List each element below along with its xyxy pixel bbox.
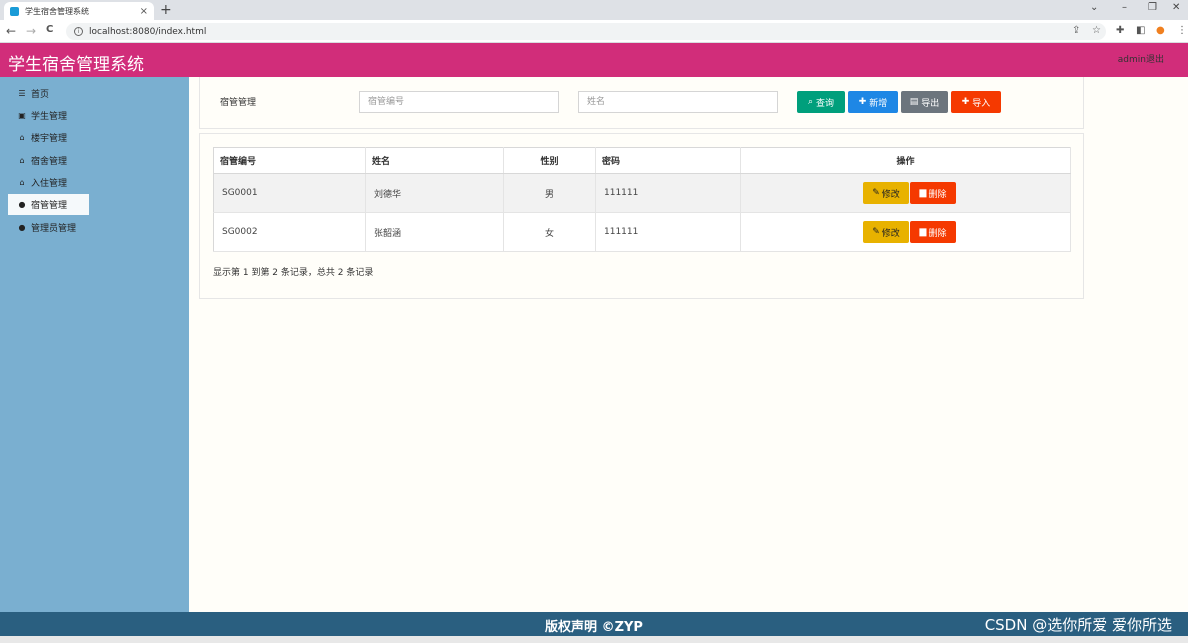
table-header-row: 宿管编号 姓名 性别 密码 操作 [213, 147, 1071, 174]
cell-password: 111111 [595, 173, 741, 213]
sidebar-item-label: 首页 [31, 90, 50, 100]
sidebar-item-label: 楼宇管理 [31, 134, 68, 144]
sidebar: ☰ 首页 ▣ 学生管理 ⌂ 楼宇管理 ⌂ 宿舍管理 ⌂ 入住管理 ● 宿管管理 … [0, 77, 189, 613]
home-icon: ⌂ [19, 178, 25, 187]
app-title: 学生宿舍管理系统 [8, 55, 144, 75]
search-panel: 宿管管理 ⌕ 查询 ✚ 新增 ▤ 导出 ✚ 导入 [199, 77, 1084, 129]
sidebar-item-students[interactable]: ▣ 学生管理 [8, 105, 89, 126]
cell-code: SG0002 [213, 212, 366, 252]
reload-icon[interactable]: C [46, 24, 53, 35]
cell-name: 张韶涵 [365, 212, 504, 252]
column-header-password[interactable]: 密码 [595, 147, 741, 174]
window-close-icon[interactable]: ✕ [1172, 2, 1180, 13]
pencil-icon: ✎ [872, 188, 880, 198]
profile-icon[interactable]: ● [1156, 25, 1165, 36]
menu-dots-icon[interactable]: ⋮ [1177, 25, 1187, 36]
sidepanel-icon[interactable]: ◧ [1136, 25, 1145, 36]
home-icon: ⌂ [19, 156, 25, 165]
app-header: 学生宿舍管理系统 admin退出 [0, 43, 1188, 77]
sidebar-item-dorm-managers[interactable]: ● 宿管管理 [8, 194, 89, 215]
back-icon[interactable]: ← [6, 24, 16, 38]
sidebar-item-label: 宿舍管理 [31, 157, 68, 167]
code-search-input[interactable] [359, 91, 559, 113]
restore-icon[interactable]: ❐ [1148, 2, 1157, 13]
sidebar-item-admins[interactable]: ● 管理员管理 [8, 217, 108, 238]
star-icon[interactable]: ☆ [1092, 25, 1101, 36]
book-icon: ▣ [18, 111, 26, 120]
table-row: SG0002 张韶涵 女 111111 ✎ 修改 ▆ 删除 [213, 212, 1071, 252]
search-icon: ⌕ [807, 97, 814, 107]
edit-button[interactable]: ✎ 修改 [863, 182, 909, 204]
address-bar: ← → C i localhost:8080/index.html ⇪ ☆ ✚ … [0, 20, 1188, 43]
edit-button[interactable]: ✎ 修改 [863, 221, 909, 243]
delete-button[interactable]: ▆ 删除 [910, 221, 956, 243]
column-header-code[interactable]: 宿管编号 [213, 147, 366, 174]
cell-actions: ✎ 修改 ▆ 删除 [740, 173, 1071, 213]
forward-icon[interactable]: → [26, 24, 36, 38]
sidebar-item-dorms[interactable]: ⌂ 宿舍管理 [8, 150, 89, 171]
sidebar-item-home[interactable]: ☰ 首页 [8, 83, 89, 104]
dorm-manager-table: 宿管编号 姓名 性别 密码 操作 SG0001 刘德华 男 111111 ✎ 修… [213, 147, 1071, 252]
tab-title: 学生宿舍管理系统 [25, 6, 89, 16]
footer: 版权声明 ©ZYP CSDN @选你所爱 爱你所选 [0, 612, 1188, 636]
sidebar-item-checkin[interactable]: ⌂ 入住管理 [8, 172, 89, 193]
import-button[interactable]: ✚ 导入 [951, 91, 1001, 113]
sidebar-item-buildings[interactable]: ⌂ 楼宇管理 [8, 127, 89, 148]
column-header-gender[interactable]: 性别 [503, 147, 596, 174]
sidebar-item-label: 学生管理 [31, 112, 68, 122]
trash-icon: ▆ [919, 227, 927, 237]
horizontal-scrollbar[interactable] [0, 636, 1188, 643]
main-content: 宿管管理 ⌕ 查询 ✚ 新增 ▤ 导出 ✚ 导入 宿管编号 姓名 性别 [189, 77, 1188, 613]
extensions-icon[interactable]: ✚ [1116, 25, 1124, 36]
user-plus-icon: ✚ [961, 97, 970, 107]
column-header-actions: 操作 [740, 147, 1071, 174]
menu-icon: ☰ [18, 89, 26, 98]
new-tab-button[interactable]: + [160, 2, 172, 18]
table-row: SG0001 刘德华 男 111111 ✎ 修改 ▆ 删除 [213, 173, 1071, 213]
pencil-icon: ✎ [872, 227, 880, 237]
share-icon[interactable]: ⇪ [1072, 25, 1080, 36]
cell-password: 111111 [595, 212, 741, 252]
url-field[interactable]: i localhost:8080/index.html [66, 23, 1106, 40]
cell-name: 刘德华 [365, 173, 504, 213]
user-icon: ● [18, 223, 26, 232]
query-button[interactable]: ⌕ 查询 [797, 91, 845, 113]
search-section-label: 宿管管理 [220, 98, 257, 108]
cell-gender: 女 [503, 212, 596, 252]
chevron-down-icon[interactable]: ⌄ [1090, 2, 1098, 13]
column-header-name[interactable]: 姓名 [365, 147, 504, 174]
file-icon: ▤ [909, 97, 919, 107]
info-icon[interactable]: i [74, 27, 83, 36]
user-plus-icon: ✚ [858, 97, 867, 107]
close-icon[interactable]: × [140, 6, 148, 17]
sidebar-item-label: 宿管管理 [31, 201, 68, 211]
pagination-info: 显示第 1 到第 2 条记录，总共 2 条记录 [213, 268, 374, 278]
bank-icon: ⌂ [19, 133, 25, 142]
browser-tab[interactable]: 学生宿舍管理系统 × [4, 2, 154, 20]
trash-icon: ▆ [919, 188, 927, 198]
url-text: localhost:8080/index.html [89, 26, 207, 37]
watermark: CSDN @选你所爱 爱你所选 [984, 616, 1172, 634]
table-panel: 宿管编号 姓名 性别 密码 操作 SG0001 刘德华 男 111111 ✎ 修… [199, 133, 1084, 299]
minimize-icon[interactable]: – [1122, 2, 1127, 13]
cell-code: SG0001 [213, 173, 366, 213]
user-icon: ● [18, 200, 26, 209]
sidebar-item-label: 管理员管理 [31, 224, 77, 234]
cell-actions: ✎ 修改 ▆ 删除 [740, 212, 1071, 252]
add-button[interactable]: ✚ 新增 [848, 91, 898, 113]
browser-tab-bar: 学生宿舍管理系统 × + ⌄ – ❐ ✕ [0, 0, 1188, 20]
delete-button[interactable]: ▆ 删除 [910, 182, 956, 204]
export-button[interactable]: ▤ 导出 [901, 91, 948, 113]
favicon-icon [10, 6, 19, 16]
cell-gender: 男 [503, 173, 596, 213]
name-search-input[interactable] [578, 91, 778, 113]
sidebar-item-label: 入住管理 [31, 179, 68, 189]
admin-logout-link[interactable]: admin退出 [1118, 52, 1164, 65]
